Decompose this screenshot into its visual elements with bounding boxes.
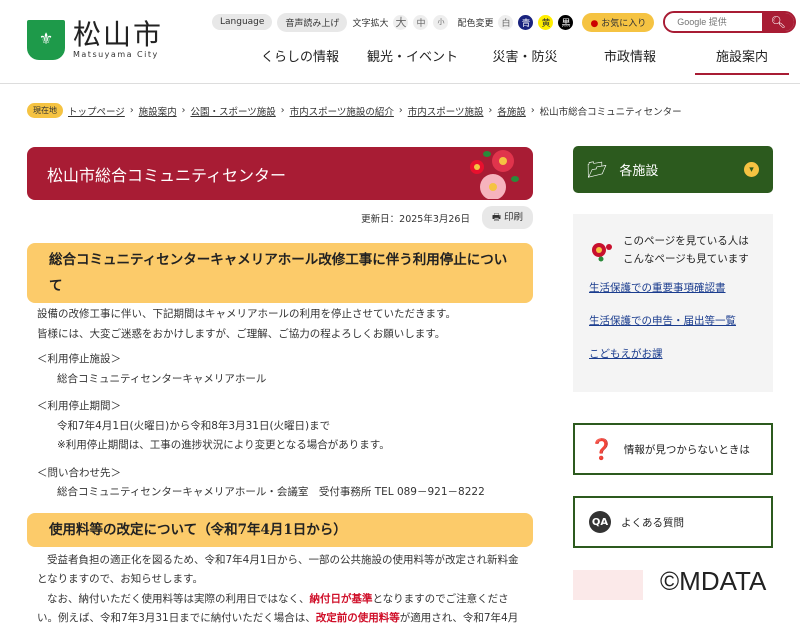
chevron-right-icon: › — [129, 105, 134, 116]
label: ＜利用停止施設＞ — [37, 353, 121, 365]
paragraph: 皆様には、大変ご迷惑をおかけしますが、ご理解、ご協力の程よろしくお願いします。 — [37, 327, 446, 340]
watermark: ©MDATA — [660, 566, 767, 596]
nav-disaster[interactable]: 災害・防災 — [480, 46, 570, 75]
recommended-link[interactable]: 生活保護での申告・届出等一覧 — [589, 313, 757, 328]
color-yellow[interactable]: 黄 — [538, 14, 554, 30]
logo-title: 松山市 — [73, 18, 164, 51]
recommended-heading: こんなページも見ています — [623, 253, 749, 265]
paragraph: 受益者負担の適正化を図るため、令和7年4月1日から、一部の公共施設の使用料等が改… — [37, 553, 519, 586]
text-size-medium[interactable]: 中 — [413, 14, 429, 30]
facilities-menu-label: 各施設 — [619, 164, 659, 179]
qa-icon: QA — [589, 511, 611, 533]
section-heading: 使用料等の改定について（令和7年4月1日から） — [27, 512, 533, 547]
question-magnifier-icon: ❓ — [589, 437, 614, 461]
paragraph: 総合コミュニティセンターキャメリアホール — [57, 372, 267, 385]
chevron-right-icon: › — [488, 105, 493, 116]
chevron-down-icon: ▾ — [744, 162, 759, 177]
breadcrumb-link[interactable]: トップページ — [68, 104, 125, 118]
breadcrumb-link[interactable]: 施設案内 — [139, 104, 177, 118]
text-size-label: 文字拡大 — [352, 18, 389, 29]
facilities-menu-toggle[interactable]: 📂︎ 各施設 ▾ — [573, 146, 773, 193]
language-button[interactable]: Language — [212, 14, 273, 30]
not-found-label: 情報が見つからないときは — [623, 443, 750, 456]
utility-bar: Language 音声読み上げ 文字拡大 大 中 小 配色変更 白 青 黄 黒 … — [212, 11, 797, 33]
paragraph: 総合コミュニティセンターキャメリアホール・会議室 受付事務所 TEL 089－9… — [57, 486, 485, 498]
recommended-pages: このページを見ている人は こんなページも見ています 生活保護での重要事項確認書 生… — [573, 214, 773, 392]
logo-subtitle: Matsuyama City — [73, 50, 159, 59]
chevron-right-icon: › — [280, 105, 285, 116]
text-size-small[interactable]: 小 — [433, 14, 449, 30]
page-title: 松山市総合コミュニティセンター — [47, 166, 287, 185]
print-label: 印刷 — [503, 212, 523, 223]
color-white[interactable]: 白 — [498, 14, 514, 30]
search-input[interactable] — [665, 17, 763, 27]
site-header: ⚜ 松山市 Matsuyama City Language 音声読み上げ 文字拡… — [0, 0, 800, 84]
chevron-right-icon: › — [398, 105, 403, 116]
print-button[interactable]: 🖶 印刷 — [481, 206, 533, 229]
color-blue[interactable]: 青 — [518, 14, 534, 30]
banner-ad[interactable] — [573, 570, 643, 600]
paragraph: ※利用停止期間は、工事の進捗状況により変更となる場合があります。 — [57, 439, 390, 451]
global-nav: くらしの情報 観光・イベント 災害・防災 市政情報 施設案内 — [255, 46, 789, 75]
paragraph: なお、納付いただく使用料等は実際の利用日ではなく、納付日が基準となりますのでご注… — [37, 592, 519, 625]
main-content: 松山市総合コミュニティセンター 更新日：2025年3月26日 🖶 印刷 総合コミ… — [27, 147, 533, 629]
folder-icon: 📂︎ — [587, 160, 608, 179]
breadcrumb-current: 松山市総合コミュニティセンター — [539, 106, 682, 118]
label: ＜利用停止期間＞ — [37, 400, 121, 412]
breadcrumb: 現在地 トップページ › 施設案内 › 公園・スポーツ施設 › 市内スポーツ施設の紹介… — [27, 103, 682, 118]
recommended-link[interactable]: 生活保護での重要事項確認書 — [589, 280, 757, 295]
breadcrumb-link[interactable]: 公園・スポーツ施設 — [190, 104, 275, 118]
breadcrumb-link[interactable]: 市内スポーツ施設 — [408, 104, 484, 118]
city-emblem-icon: ⚜ — [27, 20, 65, 60]
favorites-label: お気に入り — [601, 18, 647, 29]
search-box: 🔍︎ — [663, 11, 797, 33]
printer-icon: 🖶 — [491, 212, 501, 223]
faq-button[interactable]: QA よくある質問 — [573, 496, 773, 548]
paragraph: 令和7年4月1日(火曜日)から令和8年3月31日(火曜日)まで — [57, 419, 331, 432]
page-title-bar: 松山市総合コミュニティセンター — [27, 147, 533, 200]
color-black[interactable]: 黒 — [558, 14, 574, 30]
breadcrumb-link[interactable]: 市内スポーツ施設の紹介 — [290, 104, 394, 118]
color-change-label: 配色変更 — [457, 18, 494, 29]
paragraph: 設備の改修工事に伴い、下記期間はキャメリアホールの利用を停止させていただきます。 — [37, 308, 456, 320]
section-heading: 総合コミュニティセンターキャメリアホール改修工事に伴う利用停止について — [27, 243, 533, 303]
text-size-large[interactable]: 大 — [393, 14, 409, 30]
nav-facilities[interactable]: 施設案内 — [695, 46, 789, 75]
nav-living[interactable]: くらしの情報 — [255, 46, 345, 75]
recommended-heading: このページを見ている人は — [623, 235, 749, 247]
nav-tourism[interactable]: 観光・イベント — [355, 46, 470, 75]
bookmark-icon: ● — [590, 18, 599, 29]
faq-label: よくある質問 — [621, 516, 684, 529]
favorites-button[interactable]: ● お気に入り — [582, 12, 655, 32]
camellia-icon — [592, 243, 612, 262]
site-logo[interactable]: ⚜ 松山市 Matsuyama City — [27, 20, 163, 60]
breadcrumb-here-badge: 現在地 — [27, 103, 63, 118]
camellia-flowers-icon — [470, 150, 519, 199]
nav-city-gov[interactable]: 市政情報 — [585, 46, 675, 75]
read-aloud-button[interactable]: 音声読み上げ — [277, 12, 348, 32]
chevron-right-icon: › — [181, 105, 186, 116]
breadcrumb-link[interactable]: 各施設 — [497, 104, 526, 118]
recommended-link[interactable]: こどもえがお課 — [589, 346, 757, 361]
not-found-help-button[interactable]: ❓ 情報が見つからないときは — [573, 423, 773, 475]
search-icon: 🔍︎ — [770, 15, 786, 29]
chevron-right-icon: › — [530, 105, 535, 116]
updated-date: 更新日：2025年3月26日 — [361, 213, 470, 225]
label: ＜問い合わせ先＞ — [37, 466, 121, 479]
search-button[interactable]: 🔍︎ — [762, 13, 795, 31]
